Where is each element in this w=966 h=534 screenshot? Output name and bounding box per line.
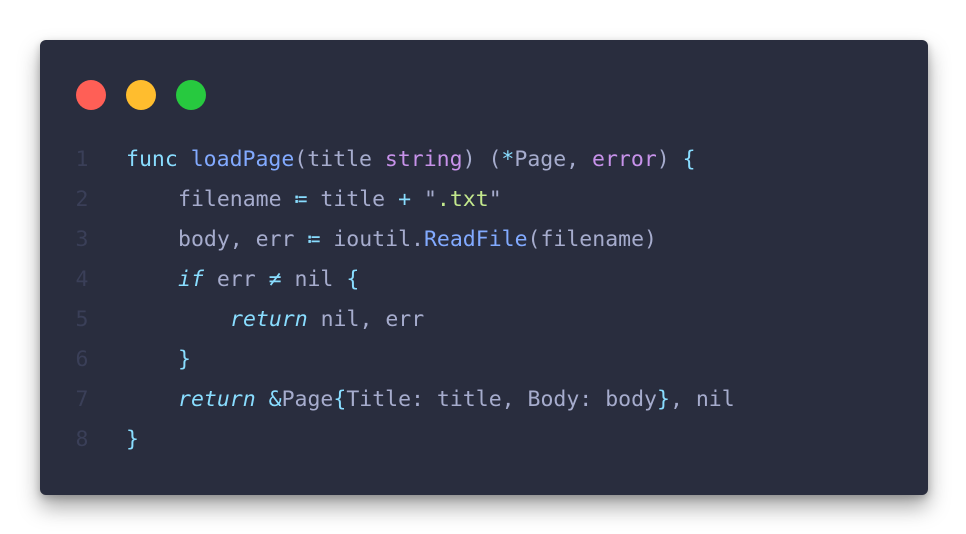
code-block: 1 func loadPage(title string) (*Page, err… xyxy=(40,140,928,460)
line-number: 1 xyxy=(75,147,89,172)
code-window: 1 func loadPage(title string) (*Page, err… xyxy=(40,40,928,495)
line-number: 5 xyxy=(75,307,89,332)
code-token: " xyxy=(411,187,437,212)
code-token: ioutil. xyxy=(320,227,424,252)
code-token: string xyxy=(384,147,463,172)
code-token: ) xyxy=(656,147,683,172)
code-token: if xyxy=(178,267,204,292)
code-token: (title xyxy=(294,147,385,172)
code-token: (filename) xyxy=(527,227,657,252)
code-token: func xyxy=(126,147,178,172)
code-token: ) ( xyxy=(462,147,502,172)
code-line: 5 return nil, err xyxy=(40,300,928,340)
code-token: & xyxy=(268,387,282,412)
code-line: 6} xyxy=(40,340,928,380)
code-token: error xyxy=(592,147,657,172)
minimize-dot-icon xyxy=(126,80,156,110)
code-token: ≔ xyxy=(294,187,308,212)
code-token: { xyxy=(682,147,696,172)
code-line: 2 filename ≔ title + ".txt" xyxy=(40,180,928,220)
code-token: nil, err xyxy=(307,307,425,332)
code-token: body, err xyxy=(178,227,308,252)
code-token: filename xyxy=(178,187,295,212)
code-line: 1 func loadPage(title string) (*Page, err… xyxy=(40,140,928,180)
code-token: } xyxy=(656,387,670,412)
code-token: } xyxy=(178,347,191,372)
line-number: 4 xyxy=(75,267,89,292)
code-token: , nil xyxy=(669,387,735,412)
code-token: ≔ xyxy=(307,227,321,252)
code-token: } xyxy=(126,427,139,452)
code-line: 4 if err ≠ nil { xyxy=(40,260,928,300)
code-line-content: if err ≠ nil { xyxy=(178,260,359,300)
code-token: * xyxy=(501,147,515,172)
code-token: " xyxy=(488,187,502,212)
code-line-content: return nil, err xyxy=(230,300,424,340)
line-number: 6 xyxy=(75,347,89,372)
code-token: + xyxy=(398,187,412,212)
code-line-content: filename ≔ title + ".txt" xyxy=(178,180,502,220)
code-token: .txt xyxy=(436,187,489,212)
line-number: 3 xyxy=(75,227,89,252)
code-line-content: return &Page{Title: title, Body: body}, … xyxy=(178,380,735,420)
code-token: err xyxy=(203,267,269,292)
code-token: return xyxy=(178,387,256,412)
code-token: Page, xyxy=(514,147,593,172)
code-line-content: body, err ≔ ioutil.ReadFile(filename) xyxy=(178,220,657,260)
code-token: return xyxy=(230,307,308,332)
code-line: 3 body, err ≔ ioutil.ReadFile(filename) xyxy=(40,220,928,260)
code-token: nil xyxy=(281,267,347,292)
maximize-dot-icon xyxy=(176,80,206,110)
code-line-content: func loadPage(title string) (*Page, erro… xyxy=(126,140,696,180)
code-token: ReadFile xyxy=(423,227,528,252)
code-token: title xyxy=(307,187,399,212)
code-token: Title: title, Body: body xyxy=(346,387,657,412)
code-line: 7 return &Page{Title: title, Body: body},… xyxy=(40,380,928,420)
line-number: 7 xyxy=(75,387,89,412)
code-token: Page xyxy=(281,387,334,412)
code-line-content: } xyxy=(178,340,191,380)
code-token: ≠ xyxy=(268,267,282,292)
close-dot-icon xyxy=(76,80,106,110)
code-token: { xyxy=(346,267,360,292)
code-token: loadPage xyxy=(190,147,295,172)
code-line: 8} xyxy=(40,420,928,460)
code-token: { xyxy=(333,387,347,412)
line-number: 2 xyxy=(75,187,89,212)
code-line-content: } xyxy=(126,420,139,460)
line-number: 8 xyxy=(75,427,89,452)
